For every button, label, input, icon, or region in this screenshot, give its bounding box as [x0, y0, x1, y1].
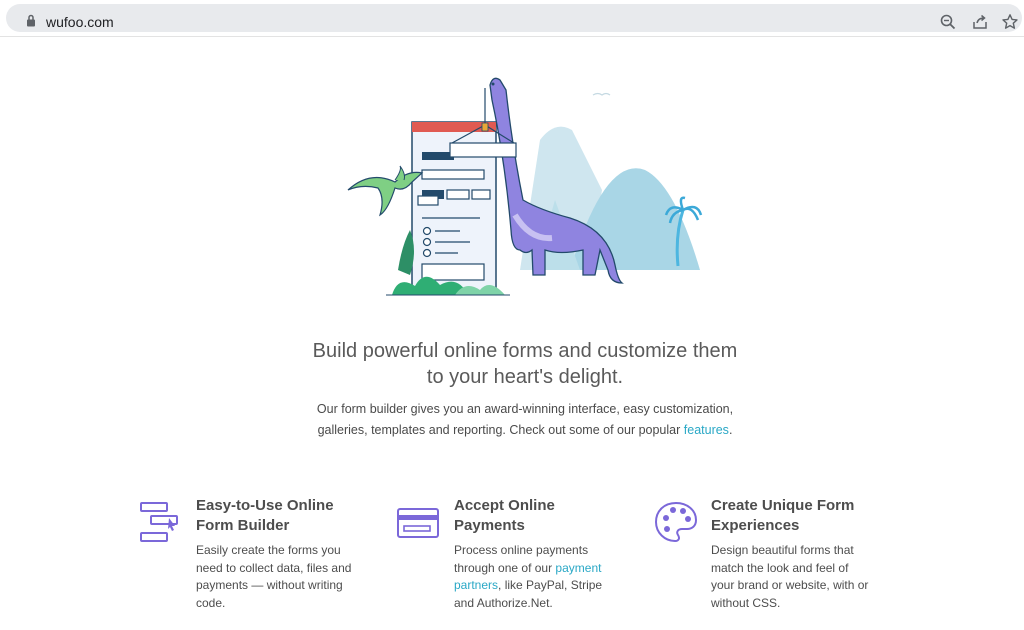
feature-description: Easily create the forms you need to coll… [196, 542, 371, 612]
feature-title: Easy-to-Use Online Form Builder [196, 496, 376, 536]
desc-line: and Authorize.Net. [454, 595, 553, 610]
desc-line: match the look and feel of [711, 560, 849, 575]
url-text[interactable]: wufoo.com [46, 14, 114, 30]
desc-line: code. [196, 595, 226, 610]
feature-title-line-1: Create Unique Form [711, 497, 855, 514]
address-bar[interactable]: wufoo.com [6, 4, 1022, 32]
payment-card-icon [397, 508, 439, 538]
headline-line-2: to your heart's delight. [426, 366, 624, 388]
feature-title-line-1: Easy-to-Use Online [196, 497, 334, 514]
subtext-line-2-text: galleries, templates and reporting. Chec… [317, 423, 684, 437]
form-builder-icon [140, 502, 178, 542]
feature-title-line-2: Form Builder [196, 517, 290, 534]
features-link[interactable]: features [684, 423, 729, 437]
feature-title: Create Unique Form Experiences [711, 496, 891, 536]
payment-partners-link-part2[interactable]: partners [454, 578, 498, 592]
desc-text: through one of our [454, 560, 556, 575]
bookmark-star-icon[interactable] [1001, 13, 1019, 31]
desc-line: Easily create the forms you [196, 543, 341, 557]
headline-line-1: Build powerful online forms and customiz… [312, 340, 738, 362]
feature-title-line-2: Payments [454, 517, 525, 534]
zoom-icon[interactable] [939, 13, 957, 31]
hero-headline: Build powerful online forms and customiz… [262, 338, 788, 390]
desc-text: , like PayPal, Stripe [498, 578, 603, 592]
feature-title-line-2: Experiences [711, 517, 800, 534]
desc-line: payments — without writing [196, 578, 343, 592]
desc-line: without CSS. [711, 595, 781, 610]
feature-title: Accept Online Payments [454, 496, 634, 536]
browser-toolbar: wufoo.com [0, 0, 1024, 37]
hero-subtext: Our form builder gives you an award-winn… [262, 399, 788, 441]
desc-line: through one of our payment [454, 560, 629, 578]
desc-line: your brand or website, with or [711, 578, 869, 592]
subtext-line-2: galleries, templates and reporting. Chec… [262, 420, 788, 441]
hero-dinosaur-illustration [347, 77, 703, 296]
desc-line: Design beautiful forms that [711, 543, 854, 557]
subtext-line-1: Our form builder gives you an award-winn… [316, 402, 734, 416]
palette-icon [654, 501, 698, 543]
feature-description: Design beautiful forms that match the lo… [711, 542, 886, 612]
share-icon[interactable] [971, 13, 989, 31]
feature-description: Process online payments through one of o… [454, 542, 629, 612]
lock-icon [27, 14, 35, 27]
desc-line: need to collect data, files and [196, 560, 352, 575]
feature-title-line-1: Accept Online [454, 497, 555, 514]
desc-line: Process online payments [454, 543, 589, 557]
subtext-period: . [728, 423, 733, 437]
payment-partners-link-part1[interactable]: payment [555, 561, 601, 575]
desc-line: partners, like PayPal, Stripe [454, 577, 629, 595]
